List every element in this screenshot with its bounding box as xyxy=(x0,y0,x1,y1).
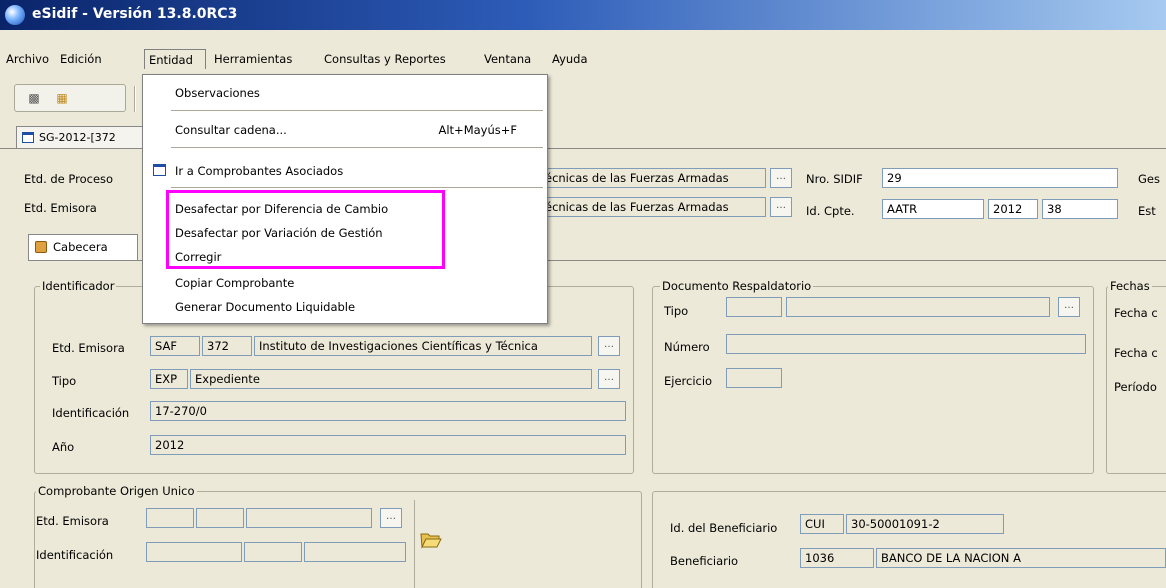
ident-identificacion-field[interactable]: 17-270/0 xyxy=(150,401,626,421)
toolbar-separator xyxy=(134,86,136,112)
folder-open-icon[interactable] xyxy=(420,530,442,550)
id-cpte-label: Id. Cpte. xyxy=(806,204,855,218)
co-identificacion-type-field[interactable] xyxy=(146,542,242,562)
fecha-2-label: Fecha c xyxy=(1114,346,1158,360)
co-etd-emisora-label: Etd. Emisora xyxy=(36,514,109,528)
co-identificacion-label: Identificación xyxy=(36,548,114,562)
ident-etd-emisora-code-field[interactable]: 372 xyxy=(202,336,252,356)
menu-ventana[interactable]: Ventana xyxy=(480,49,535,69)
doc-numero-label: Número xyxy=(664,340,710,354)
menu-item-observaciones[interactable]: Observaciones xyxy=(143,81,547,103)
menu-item-consultar-cadena-shortcut: Alt+Mayús+F xyxy=(438,123,517,137)
ident-etd-emisora-label: Etd. Emisora xyxy=(52,341,125,355)
fecha-1-label: Fecha c xyxy=(1114,306,1158,320)
beneficiario-id-type-field[interactable]: CUI xyxy=(800,514,844,534)
ident-etd-emisora-lookup-button[interactable]: … xyxy=(598,336,620,356)
ident-tipo-code-field[interactable]: EXP xyxy=(150,369,188,389)
beneficiario-code-field[interactable]: 1036 xyxy=(800,548,874,568)
window-icon xyxy=(153,164,166,176)
beneficiario-id-label: Id. del Beneficiario xyxy=(670,521,778,535)
etd-proceso-label: Etd. de Proceso xyxy=(24,172,114,186)
comprobante-origen-group xyxy=(34,491,642,588)
fechas-title: Fechas xyxy=(1108,279,1152,293)
menu-item-ir-comprobantes-asociados[interactable]: Ir a Comprobantes Asociados xyxy=(143,159,547,181)
id-cpte-num-field[interactable]: 38 xyxy=(1042,199,1118,219)
menu-separator xyxy=(171,187,543,188)
etd-emisora-field[interactable]: écnicas de las Fuerzas Armadas xyxy=(540,197,766,217)
etd-proceso-lookup-button[interactable]: … xyxy=(770,168,792,188)
menu-item-generar-documento-liquidable[interactable]: Generar Documento Liquidable xyxy=(143,295,547,317)
nro-sidif-label: Nro. SIDIF xyxy=(806,172,863,186)
beneficiario-group xyxy=(652,491,1166,588)
menu-entidad[interactable]: Entidad xyxy=(144,49,206,69)
doc-ejercicio-label: Ejercicio xyxy=(664,374,713,388)
identificador-title: Identificador xyxy=(40,279,117,293)
periodo-label: Período xyxy=(1114,380,1157,394)
ges-label: Ges xyxy=(1138,172,1160,186)
menu-item-consultar-cadena-label: Consultar cadena... xyxy=(175,123,287,137)
beneficiario-name-field[interactable]: BANCO DE LA NACION A xyxy=(876,548,1166,568)
app-logo-icon xyxy=(4,4,26,26)
menu-archivo[interactable]: Archivo xyxy=(2,49,53,69)
tab-cabecera-label: Cabecera xyxy=(53,240,108,254)
nro-sidif-field[interactable]: 29 xyxy=(882,168,1118,188)
ident-etd-emisora-type-field[interactable]: SAF xyxy=(150,336,200,356)
ident-identificacion-label: Identificación xyxy=(52,406,130,420)
menu-item-copiar-comprobante-label: Copiar Comprobante xyxy=(175,276,295,290)
co-divider xyxy=(414,500,415,588)
id-cpte-year-field[interactable]: 2012 xyxy=(988,199,1038,219)
est-label: Est xyxy=(1138,204,1156,218)
menu-item-copiar-comprobante[interactable]: Copiar Comprobante xyxy=(143,271,547,293)
cabecera-icon xyxy=(35,241,47,253)
etd-proceso-field[interactable]: écnicas de las Fuerzas Armadas xyxy=(540,168,766,188)
tree-icon[interactable]: ▦ xyxy=(51,88,73,108)
menu-herramientas[interactable]: Herramientas xyxy=(210,49,296,69)
menu-ayuda[interactable]: Ayuda xyxy=(548,49,592,69)
ident-tipo-label: Tipo xyxy=(52,374,77,388)
menu-item-generar-documento-liquidable-label: Generar Documento Liquidable xyxy=(175,300,356,314)
menu-item-observaciones-label: Observaciones xyxy=(175,86,260,100)
co-etd-emisora-type-field[interactable] xyxy=(146,508,194,528)
etd-emisora-lookup-button[interactable]: … xyxy=(770,197,792,217)
tab-document[interactable]: SG-2012-[372 xyxy=(16,126,156,148)
ident-etd-emisora-name-field[interactable]: Instituto de Investigaciones Científicas… xyxy=(254,336,592,356)
window-title: eSidif - Versión 13.8.0RC3 xyxy=(32,6,238,22)
id-cpte-type-field[interactable]: AATR xyxy=(882,199,984,219)
beneficiario-id-value-field[interactable]: 30-50001091-2 xyxy=(846,514,1004,534)
documento-respaldatorio-title: Documento Respaldatorio xyxy=(660,279,814,293)
menu-item-consultar-cadena[interactable]: Consultar cadena... Alt+Mayús+F xyxy=(143,118,547,140)
title-bar: eSidif - Versión 13.8.0RC3 xyxy=(0,0,1166,30)
menu-separator xyxy=(171,110,543,111)
doc-tipo-lookup-button[interactable]: … xyxy=(1058,297,1080,317)
menu-item-ir-comprobantes-asociados-label: Ir a Comprobantes Asociados xyxy=(175,164,344,178)
co-etd-emisora-name-field[interactable] xyxy=(246,508,372,528)
window-icon xyxy=(22,132,34,143)
tab-cabecera[interactable]: Cabecera xyxy=(28,234,138,260)
toolbar-group: ▩ ▦ xyxy=(14,84,126,112)
co-identificacion-num-field[interactable] xyxy=(304,542,406,562)
ident-anio-label: Año xyxy=(52,440,75,454)
menu-separator xyxy=(171,147,543,148)
beneficiario-label: Beneficiario xyxy=(670,554,739,568)
doc-tipo-code-field[interactable] xyxy=(726,297,782,317)
ident-tipo-name-field[interactable]: Expediente xyxy=(190,369,592,389)
menu-consultas-reportes[interactable]: Consultas y Reportes xyxy=(320,49,450,69)
menu-edicion[interactable]: Edición xyxy=(56,49,106,69)
comprobante-origen-title: Comprobante Origen Unico xyxy=(36,484,197,498)
doc-tipo-name-field[interactable] xyxy=(786,297,1050,317)
doc-tipo-label: Tipo xyxy=(664,304,689,318)
co-etd-emisora-lookup-button[interactable]: … xyxy=(380,508,402,528)
co-etd-emisora-code-field[interactable] xyxy=(196,508,244,528)
co-identificacion-year-field[interactable] xyxy=(244,542,302,562)
tab-document-label: SG-2012-[372 xyxy=(39,131,116,144)
ident-anio-field[interactable]: 2012 xyxy=(150,435,626,455)
cascade-icon[interactable]: ▩ xyxy=(23,88,45,108)
doc-numero-field[interactable] xyxy=(726,334,1086,354)
etd-emisora-label: Etd. Emisora xyxy=(24,201,97,215)
ident-tipo-lookup-button[interactable]: … xyxy=(598,369,620,389)
highlight-annotation xyxy=(166,190,445,269)
doc-ejercicio-field[interactable] xyxy=(726,368,782,388)
